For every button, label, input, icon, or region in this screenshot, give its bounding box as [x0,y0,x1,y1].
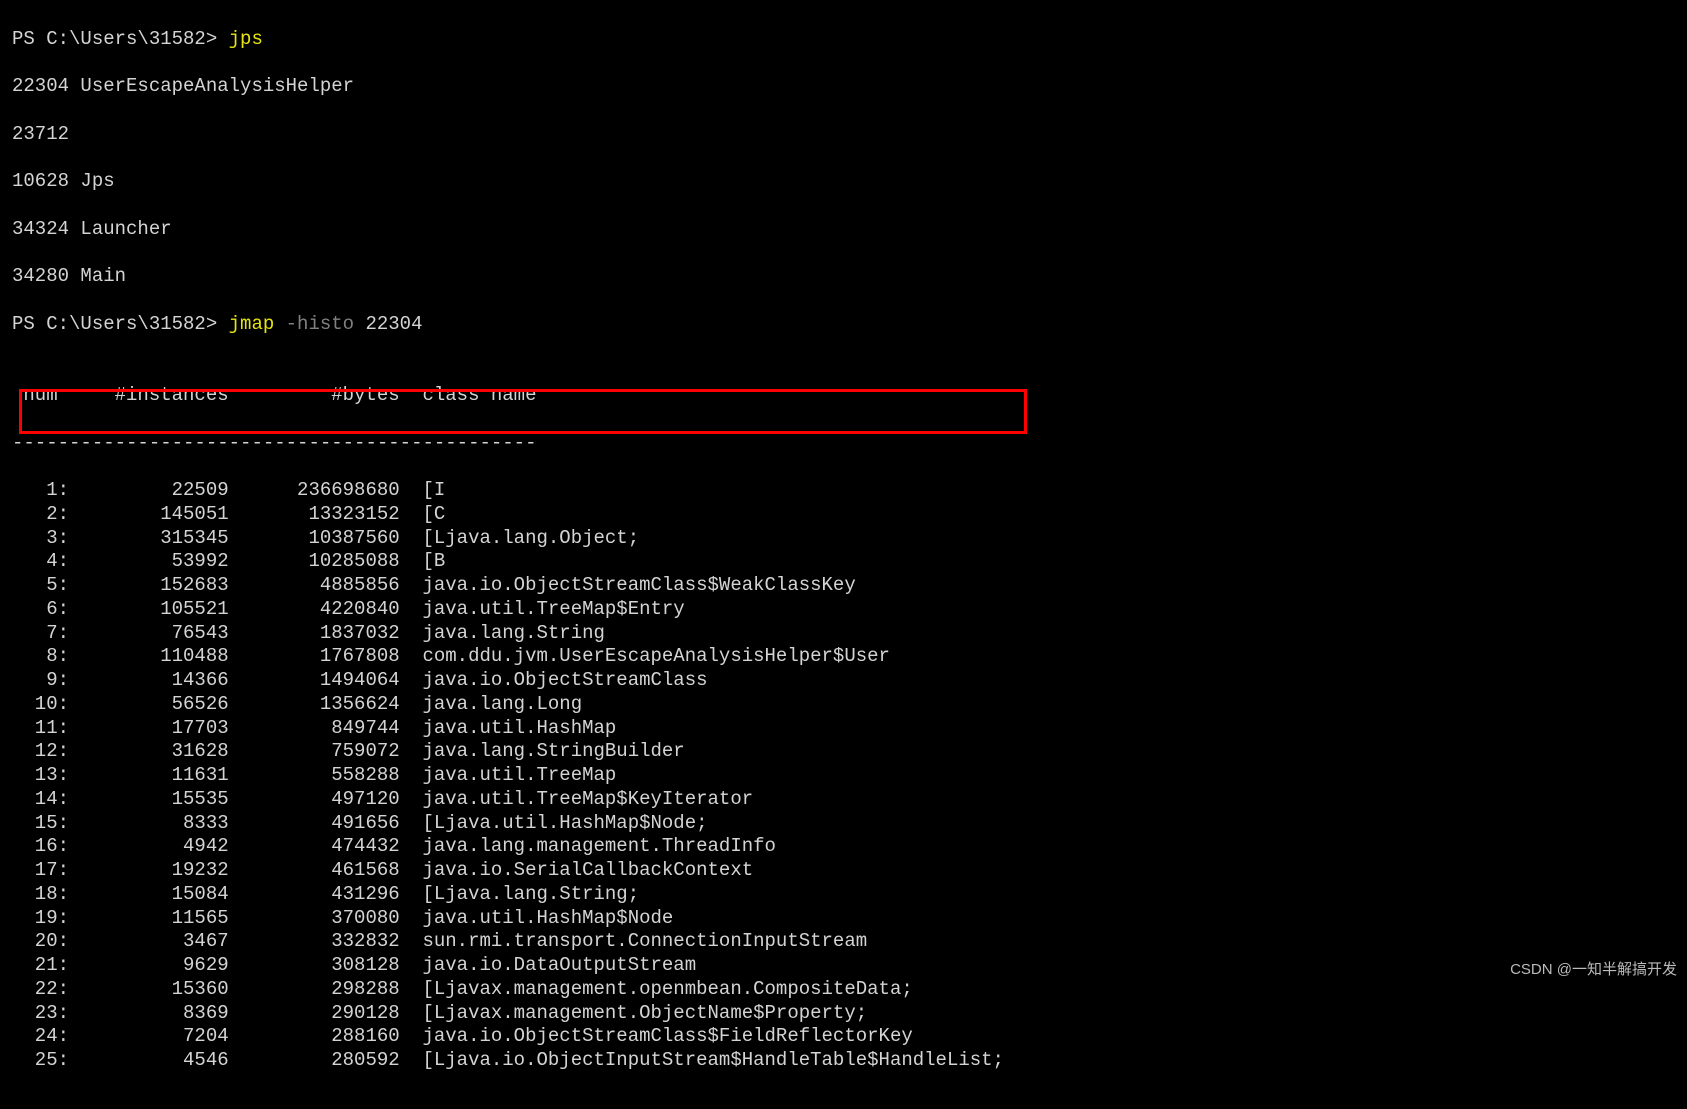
table-row: 5: 152683 4885856 java.io.ObjectStreamCl… [12,574,1675,598]
command-jps: jps [229,28,263,50]
table-row: 13: 11631 558288 java.util.TreeMap [12,764,1675,788]
table-row: 25: 4546 280592 [Ljava.io.ObjectInputStr… [12,1049,1675,1073]
jps-output-4: 34280 Main [12,265,1675,289]
prompt-line-2: PS C:\Users\31582> jmap -histo 22304 [12,313,1675,337]
table-row: 11: 17703 849744 java.util.HashMap [12,717,1675,741]
table-row: 22: 15360 298288 [Ljavax.management.open… [12,978,1675,1002]
table-row: 1: 22509 236698680 [I [12,479,1675,503]
table-row: 15: 8333 491656 [Ljava.util.HashMap$Node… [12,812,1675,836]
table-row: 12: 31628 759072 java.lang.StringBuilder [12,740,1675,764]
jps-output-1: 23712 [12,123,1675,147]
jps-output-3: 34324 Launcher [12,218,1675,242]
jps-output-2: 10628 Jps [12,170,1675,194]
prompt-line-1: PS C:\Users\31582> jps [12,28,1675,52]
table-row: 24: 7204 288160 java.io.ObjectStreamClas… [12,1025,1675,1049]
table-row: 10: 56526 1356624 java.lang.Long [12,693,1675,717]
histo-header: num #instances #bytes class name [12,384,1675,408]
table-row: 23: 8369 290128 [Ljavax.management.Objec… [12,1002,1675,1026]
command-jmap: jmap [229,313,275,335]
command-arg-pid: 22304 [365,313,422,335]
table-row: 19: 11565 370080 java.util.HashMap$Node [12,907,1675,931]
table-row: 17: 19232 461568 java.io.SerialCallbackC… [12,859,1675,883]
table-row: 2: 145051 13323152 [C [12,503,1675,527]
table-row: 21: 9629 308128 java.io.DataOutputStream [12,954,1675,978]
command-arg-histo: -histo [274,313,365,335]
table-row: 3: 315345 10387560 [Ljava.lang.Object; [12,527,1675,551]
prompt-prefix: PS C:\Users\31582> [12,313,229,335]
watermark: CSDN @一知半解搞开发 [1510,961,1677,980]
prompt-prefix: PS C:\Users\31582> [12,28,229,50]
jps-output-0: 22304 UserEscapeAnalysisHelper [12,75,1675,99]
table-row: 14: 15535 497120 java.util.TreeMap$KeyIt… [12,788,1675,812]
table-row: 20: 3467 332832 sun.rmi.transport.Connec… [12,930,1675,954]
terminal-output[interactable]: PS C:\Users\31582> jps 22304 UserEscapeA… [0,0,1687,1109]
table-row: 9: 14366 1494064 java.io.ObjectStreamCla… [12,669,1675,693]
table-row: 7: 76543 1837032 java.lang.String [12,622,1675,646]
table-row: 16: 4942 474432 java.lang.management.Thr… [12,835,1675,859]
table-row: 8: 110488 1767808 com.ddu.jvm.UserEscape… [12,645,1675,669]
histo-divider: ----------------------------------------… [12,432,1675,456]
table-row: 4: 53992 10285088 [B [12,550,1675,574]
table-row: 18: 15084 431296 [Ljava.lang.String; [12,883,1675,907]
table-row: 6: 105521 4220840 java.util.TreeMap$Entr… [12,598,1675,622]
